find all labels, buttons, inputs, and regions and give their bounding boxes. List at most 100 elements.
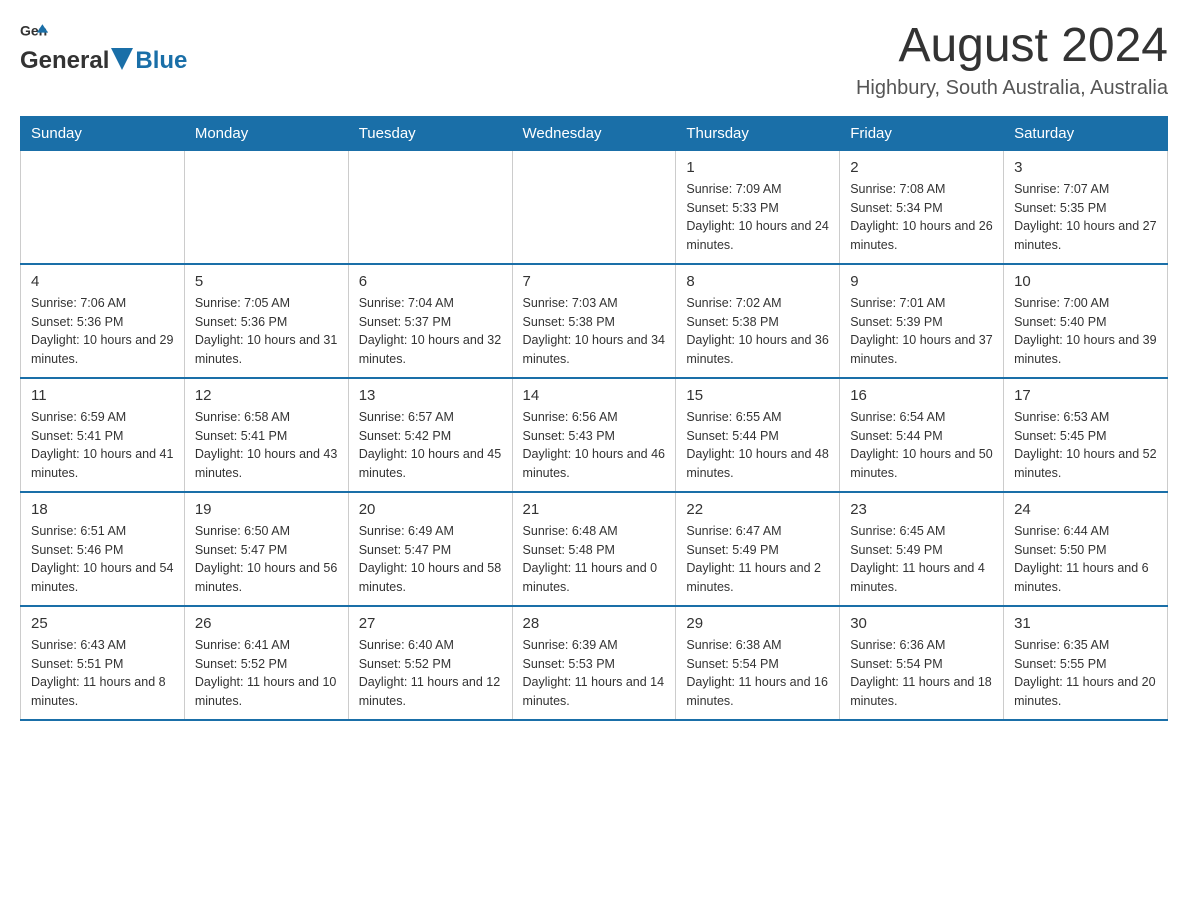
day-number: 5 <box>195 273 338 290</box>
calendar-cell: 12 Sunrise: 6:58 AMSunset: 5:41 PMDayligh… <box>184 378 348 492</box>
day-info: Sunrise: 6:58 AMSunset: 5:41 PMDaylight:… <box>195 408 338 483</box>
day-info: Sunrise: 6:54 AMSunset: 5:44 PMDaylight:… <box>850 408 993 483</box>
calendar-cell: 21 Sunrise: 6:48 AMSunset: 5:48 PMDayligh… <box>512 492 676 606</box>
calendar-cell: 4Sunrise: 7:06 AMSunset: 5:36 PMDaylight… <box>21 264 185 378</box>
day-number: 2 <box>850 159 993 176</box>
calendar-cell <box>348 150 512 264</box>
day-info: Sunrise: 7:01 AMSunset: 5:39 PMDaylight:… <box>850 294 993 369</box>
day-info: Sunrise: 6:55 AMSunset: 5:44 PMDaylight:… <box>686 408 829 483</box>
day-number: 9 <box>850 273 993 290</box>
day-number: 19 <box>195 501 338 518</box>
day-info: Sunrise: 6:47 AMSunset: 5:49 PMDaylight:… <box>686 522 829 597</box>
day-number: 30 <box>850 615 993 632</box>
calendar-cell: 17Sunrise: 6:53 AMSunset: 5:45 PMDayligh… <box>1004 378 1168 492</box>
logo-triangle-icon <box>111 48 133 70</box>
day-info: Sunrise: 6:49 AMSunset: 5:47 PMDaylight:… <box>359 522 502 597</box>
logo-icon: General <box>20 20 48 48</box>
day-info: Sunrise: 6:57 AMSunset: 5:42 PMDaylight:… <box>359 408 502 483</box>
title-section: August 2024 Highbury, South Australia, A… <box>856 20 1168 100</box>
calendar-cell: 20 Sunrise: 6:49 AMSunset: 5:47 PMDayligh… <box>348 492 512 606</box>
day-info: Sunrise: 6:45 AMSunset: 5:49 PMDaylight:… <box>850 522 993 597</box>
calendar-cell: 14Sunrise: 6:56 AMSunset: 5:43 PMDayligh… <box>512 378 676 492</box>
day-info: Sunrise: 7:09 AMSunset: 5:33 PMDaylight:… <box>686 180 829 255</box>
day-info: Sunrise: 6:40 AMSunset: 5:52 PMDaylight:… <box>359 636 502 711</box>
calendar-cell: 28Sunrise: 6:39 AMSunset: 5:53 PMDayligh… <box>512 606 676 720</box>
day-number: 21 <box>523 501 666 518</box>
calendar-cell: 25 Sunrise: 6:43 AMSunset: 5:51 PMDayligh… <box>21 606 185 720</box>
calendar-cell: 27 Sunrise: 6:40 AMSunset: 5:52 PMDayligh… <box>348 606 512 720</box>
calendar-cell: 19 Sunrise: 6:50 AMSunset: 5:47 PMDayligh… <box>184 492 348 606</box>
calendar-cell <box>21 150 185 264</box>
calendar-cell: 8Sunrise: 7:02 AMSunset: 5:38 PMDaylight… <box>676 264 840 378</box>
day-number: 18 <box>31 501 174 518</box>
calendar-cell: 9 Sunrise: 7:01 AMSunset: 5:39 PMDaylight… <box>840 264 1004 378</box>
day-info: Sunrise: 7:00 AMSunset: 5:40 PMDaylight:… <box>1014 294 1157 369</box>
day-number: 10 <box>1014 273 1157 290</box>
calendar-cell: 3 Sunrise: 7:07 AMSunset: 5:35 PMDaylight… <box>1004 150 1168 264</box>
calendar-cell: 24Sunrise: 6:44 AMSunset: 5:50 PMDayligh… <box>1004 492 1168 606</box>
day-number: 22 <box>686 501 829 518</box>
day-info: Sunrise: 6:38 AMSunset: 5:54 PMDaylight:… <box>686 636 829 711</box>
day-number: 25 <box>31 615 174 632</box>
calendar-cell: 2 Sunrise: 7:08 AMSunset: 5:34 PMDaylight… <box>840 150 1004 264</box>
calendar-cell: 26Sunrise: 6:41 AMSunset: 5:52 PMDayligh… <box>184 606 348 720</box>
calendar-cell: 6 Sunrise: 7:04 AMSunset: 5:37 PMDaylight… <box>348 264 512 378</box>
calendar-week-row: 1Sunrise: 7:09 AMSunset: 5:33 PMDaylight… <box>21 150 1168 264</box>
weekday-header-friday: Friday <box>840 116 1004 150</box>
day-info: Sunrise: 6:48 AMSunset: 5:48 PMDaylight:… <box>523 522 666 597</box>
day-number: 14 <box>523 387 666 404</box>
calendar-cell: 29 Sunrise: 6:38 AMSunset: 5:54 PMDayligh… <box>676 606 840 720</box>
day-number: 13 <box>359 387 502 404</box>
calendar-cell: 11 Sunrise: 6:59 AMSunset: 5:41 PMDayligh… <box>21 378 185 492</box>
calendar-cell <box>184 150 348 264</box>
day-number: 6 <box>359 273 502 290</box>
calendar-cell: 18 Sunrise: 6:51 AMSunset: 5:46 PMDayligh… <box>21 492 185 606</box>
logo-blue-text: Blue <box>135 47 187 75</box>
day-info: Sunrise: 6:36 AMSunset: 5:54 PMDaylight:… <box>850 636 993 711</box>
page-header: General General Blue August 2024 Highbur… <box>20 20 1168 100</box>
calendar-week-row: 4Sunrise: 7:06 AMSunset: 5:36 PMDaylight… <box>21 264 1168 378</box>
calendar-cell: 13 Sunrise: 6:57 AMSunset: 5:42 PMDayligh… <box>348 378 512 492</box>
calendar-cell <box>512 150 676 264</box>
location-text: Highbury, South Australia, Australia <box>856 77 1168 100</box>
day-number: 20 <box>359 501 502 518</box>
calendar-cell: 7 Sunrise: 7:03 AMSunset: 5:38 PMDaylight… <box>512 264 676 378</box>
day-number: 15 <box>686 387 829 404</box>
day-info: Sunrise: 7:04 AMSunset: 5:37 PMDaylight:… <box>359 294 502 369</box>
calendar-cell: 5 Sunrise: 7:05 AMSunset: 5:36 PMDaylight… <box>184 264 348 378</box>
day-number: 11 <box>31 387 174 404</box>
day-number: 26 <box>195 615 338 632</box>
logo-general-text: General <box>20 47 109 75</box>
calendar-cell: 1Sunrise: 7:09 AMSunset: 5:33 PMDaylight… <box>676 150 840 264</box>
calendar-cell: 30 Sunrise: 6:36 AMSunset: 5:54 PMDayligh… <box>840 606 1004 720</box>
calendar-week-row: 25 Sunrise: 6:43 AMSunset: 5:51 PMDayligh… <box>21 606 1168 720</box>
day-info: Sunrise: 6:43 AMSunset: 5:51 PMDaylight:… <box>31 636 174 711</box>
calendar-week-row: 11 Sunrise: 6:59 AMSunset: 5:41 PMDayligh… <box>21 378 1168 492</box>
day-number: 3 <box>1014 159 1157 176</box>
day-info: Sunrise: 7:07 AMSunset: 5:35 PMDaylight:… <box>1014 180 1157 255</box>
weekday-header-saturday: Saturday <box>1004 116 1168 150</box>
day-number: 24 <box>1014 501 1157 518</box>
day-number: 27 <box>359 615 502 632</box>
day-info: Sunrise: 7:08 AMSunset: 5:34 PMDaylight:… <box>850 180 993 255</box>
calendar-cell: 16Sunrise: 6:54 AMSunset: 5:44 PMDayligh… <box>840 378 1004 492</box>
weekday-header-monday: Monday <box>184 116 348 150</box>
day-number: 17 <box>1014 387 1157 404</box>
day-info: Sunrise: 7:03 AMSunset: 5:38 PMDaylight:… <box>523 294 666 369</box>
weekday-header-thursday: Thursday <box>676 116 840 150</box>
day-info: Sunrise: 7:02 AMSunset: 5:38 PMDaylight:… <box>686 294 829 369</box>
day-info: Sunrise: 7:05 AMSunset: 5:36 PMDaylight:… <box>195 294 338 369</box>
day-number: 23 <box>850 501 993 518</box>
day-info: Sunrise: 6:59 AMSunset: 5:41 PMDaylight:… <box>31 408 174 483</box>
day-info: Sunrise: 6:50 AMSunset: 5:47 PMDaylight:… <box>195 522 338 597</box>
day-info: Sunrise: 6:39 AMSunset: 5:53 PMDaylight:… <box>523 636 666 711</box>
day-number: 29 <box>686 615 829 632</box>
day-number: 12 <box>195 387 338 404</box>
day-number: 4 <box>31 273 174 290</box>
day-info: Sunrise: 6:51 AMSunset: 5:46 PMDaylight:… <box>31 522 174 597</box>
weekday-header-sunday: Sunday <box>21 116 185 150</box>
calendar-cell: 15 Sunrise: 6:55 AMSunset: 5:44 PMDayligh… <box>676 378 840 492</box>
day-number: 7 <box>523 273 666 290</box>
day-info: Sunrise: 6:35 AMSunset: 5:55 PMDaylight:… <box>1014 636 1157 711</box>
calendar-table: SundayMondayTuesdayWednesdayThursdayFrid… <box>20 116 1168 721</box>
